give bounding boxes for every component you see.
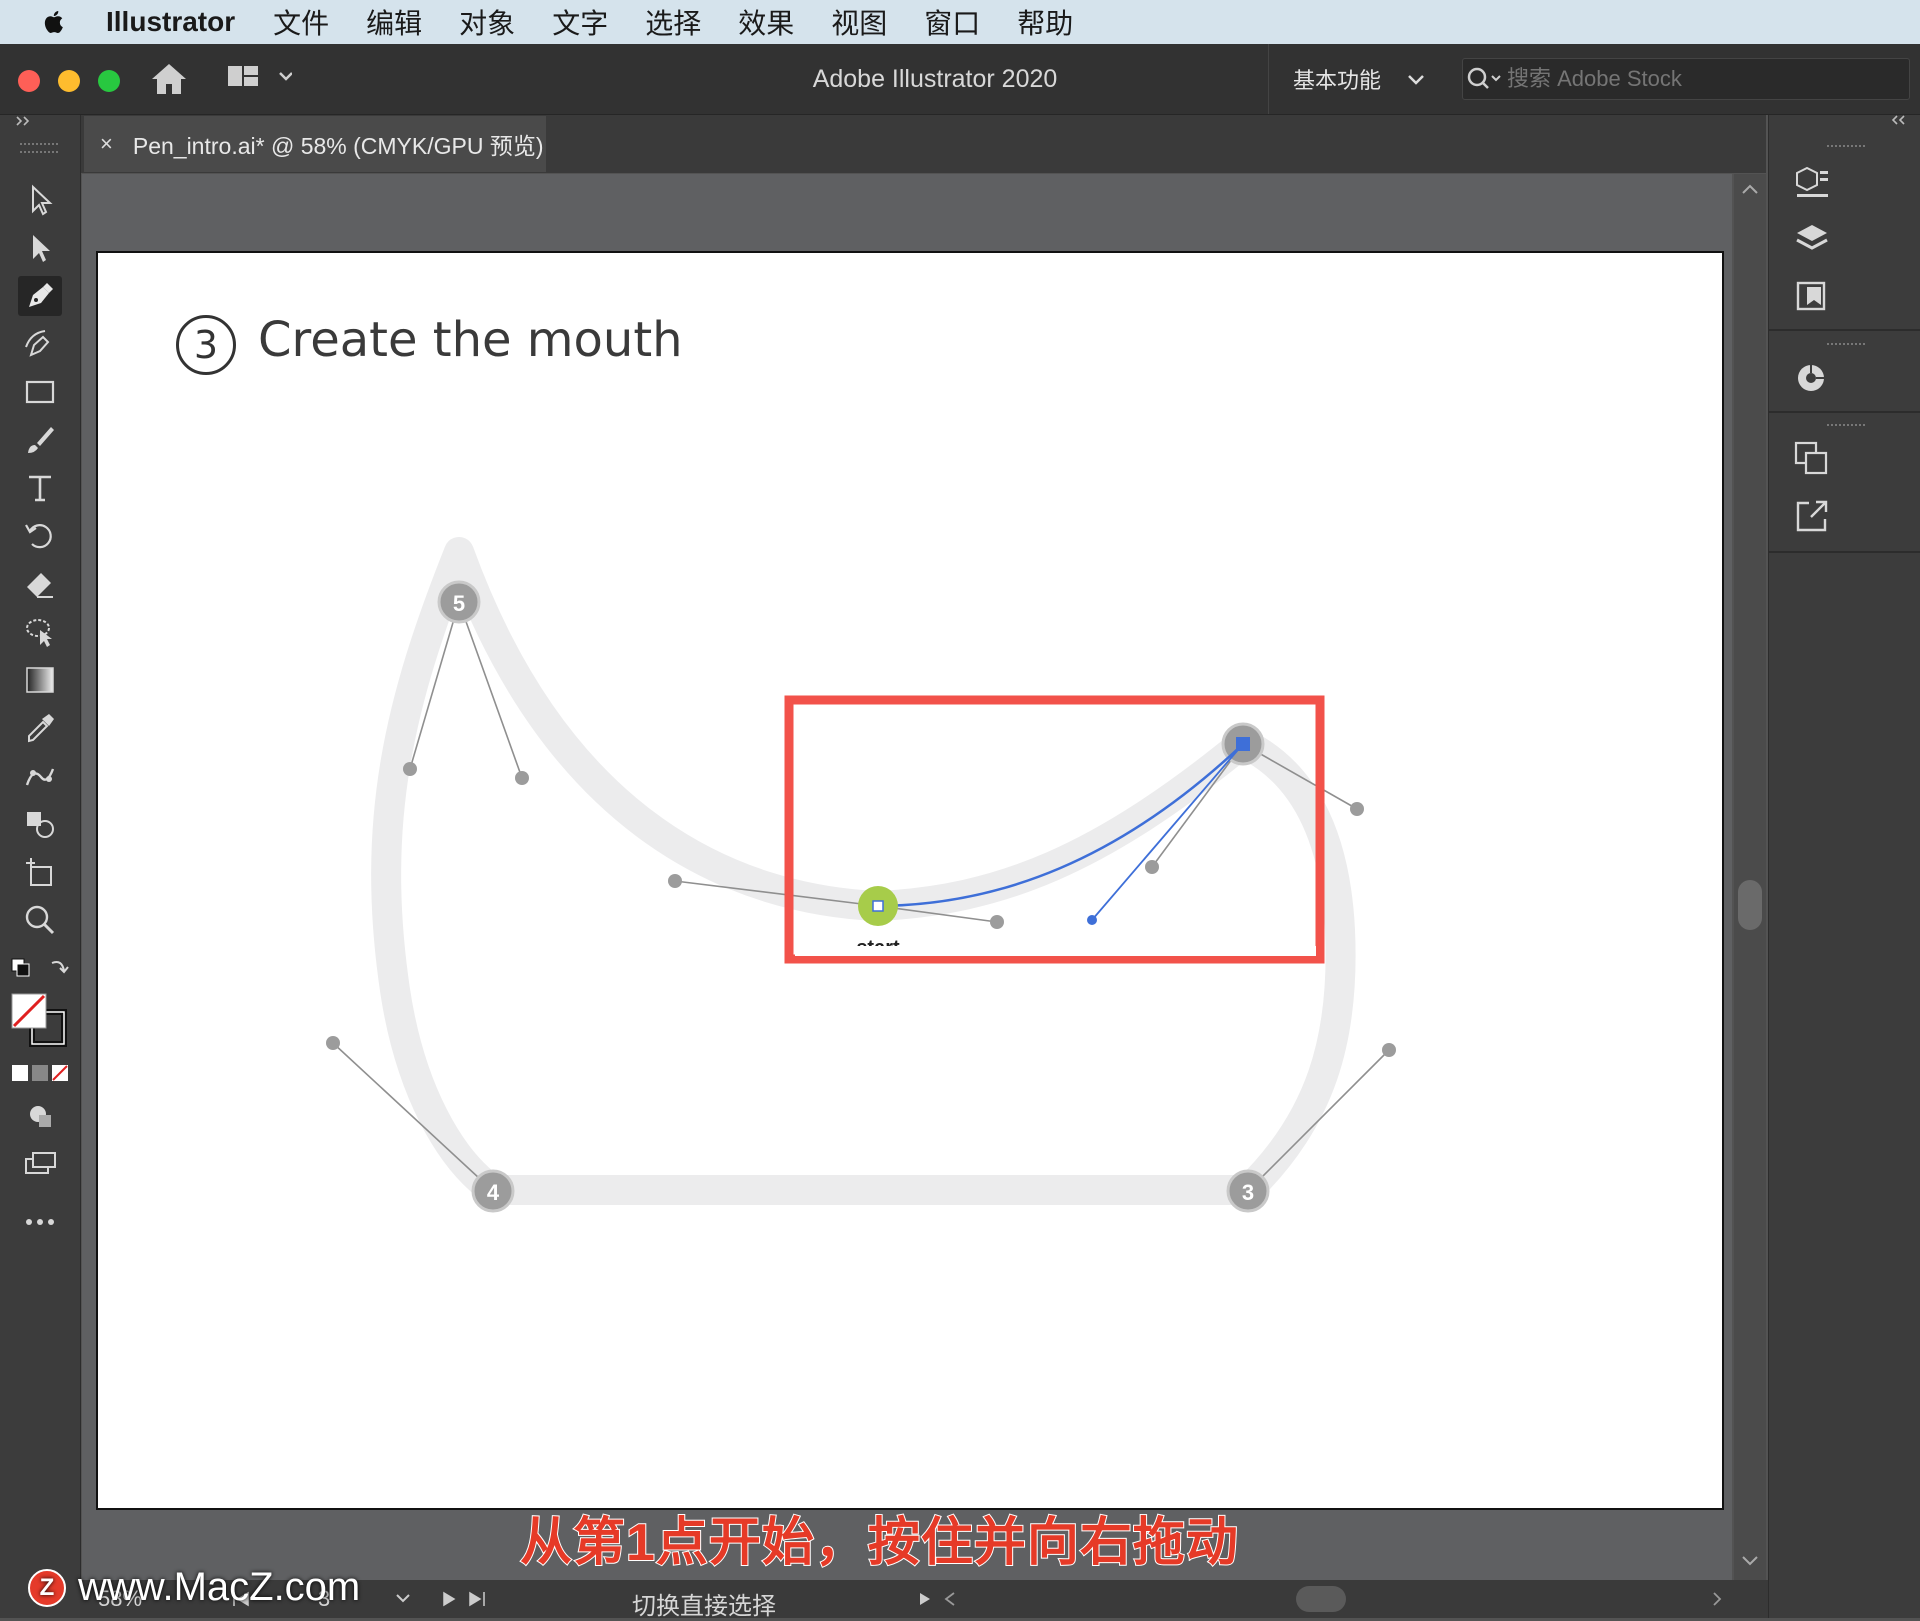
anchor-label-4: 4 [487, 1180, 500, 1205]
watermark-logo-icon: Z [28, 1568, 66, 1607]
transform-icon [1794, 441, 1828, 475]
color-themes-panel-button[interactable] [1790, 356, 1834, 400]
next-artboard-icon[interactable] [440, 1590, 490, 1608]
highlight-mask [789, 700, 1320, 959]
color-wheel-icon [1798, 365, 1824, 391]
anchor-label-5: 5 [453, 591, 465, 616]
panel-divider [1769, 329, 1920, 331]
clip-band [795, 946, 1316, 956]
libraries-icon [1796, 281, 1826, 311]
collapse-panel-icon[interactable] [1889, 111, 1911, 129]
tutorial-caption: 从第1点开始，按住并向右拖动 [519, 1513, 1239, 1573]
watermark-text: www.MacZ.com [78, 1565, 361, 1609]
path-artwork[interactable]: 5 4 3 start [0, 0, 1920, 1618]
properties-panel-button[interactable] [1790, 160, 1834, 204]
transform-panel-button[interactable] [1790, 436, 1834, 480]
libraries-panel-button[interactable] [1790, 274, 1834, 318]
watermark: Z www.MacZ.com [28, 1565, 360, 1610]
properties-icon [1796, 166, 1828, 197]
scroll-down-icon[interactable] [1740, 1554, 1760, 1568]
panel-divider [1769, 411, 1920, 413]
layers-icon [1796, 225, 1828, 250]
anchor-label-3: 3 [1242, 1180, 1254, 1205]
scroll-right-icon[interactable] [1708, 1590, 1728, 1608]
panel-dock [1768, 115, 1920, 1618]
export-icon [1796, 500, 1828, 532]
zoom-dropdown-icon[interactable] [394, 1592, 412, 1604]
status-menu-icon[interactable] [916, 1590, 960, 1608]
panel-divider [1769, 551, 1920, 553]
panel-grip[interactable] [1827, 343, 1865, 350]
export-panel-button[interactable] [1790, 494, 1834, 538]
vertical-scrollbar[interactable] [1734, 174, 1766, 1580]
status-tool-hint: 切换直接选择 [632, 1593, 776, 1620]
panel-grip[interactable] [1827, 145, 1865, 152]
scroll-thumb[interactable] [1738, 880, 1762, 930]
layers-panel-button[interactable] [1790, 218, 1834, 262]
panel-grip[interactable] [1827, 424, 1865, 431]
horizontal-scroll-thumb[interactable] [1296, 1586, 1346, 1612]
scroll-up-icon[interactable] [1740, 182, 1760, 196]
